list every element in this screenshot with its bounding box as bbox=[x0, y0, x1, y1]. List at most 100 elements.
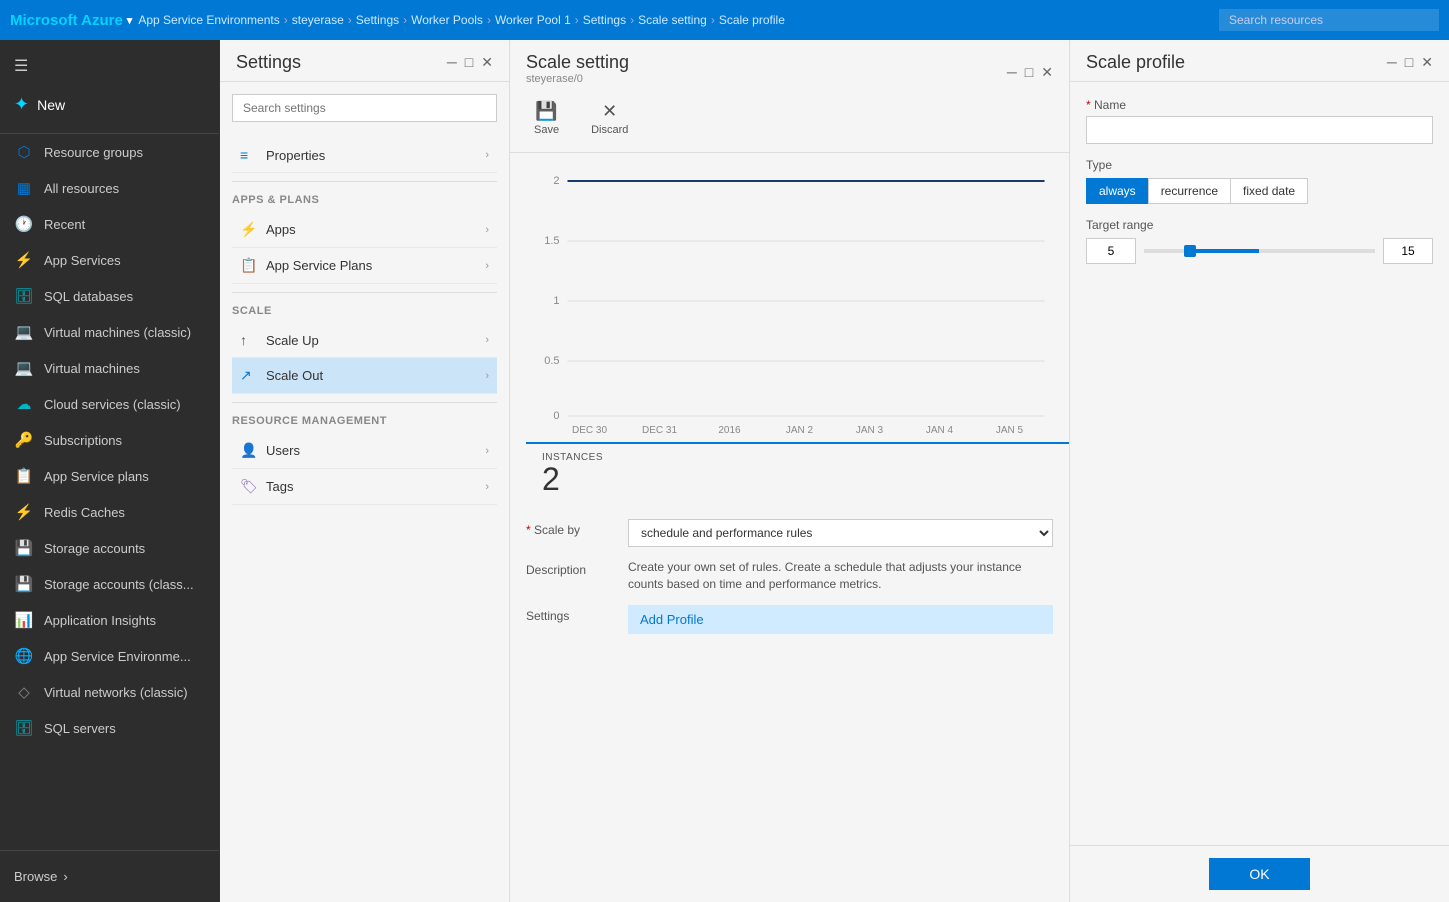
sidebar-item-recent[interactable]: 🕐 Recent bbox=[0, 206, 219, 242]
scale-by-row: * Scale by schedule and performance rule… bbox=[526, 519, 1053, 547]
cloud-icon: ☁ bbox=[14, 395, 34, 413]
name-field-label: * Name bbox=[1086, 98, 1433, 112]
svg-text:JAN 5: JAN 5 bbox=[996, 425, 1024, 436]
apps-icon: ⚡ bbox=[240, 221, 258, 238]
svg-text:JAN 2: JAN 2 bbox=[786, 425, 814, 436]
maximize-icon[interactable]: □ bbox=[1405, 54, 1413, 71]
type-buttons: always recurrence fixed date bbox=[1086, 178, 1433, 204]
settings-item-scale-out[interactable]: ↗ Scale Out › bbox=[232, 358, 497, 394]
sidebar-item-resource-groups[interactable]: ⬡ Resource groups bbox=[0, 134, 219, 170]
new-button[interactable]: ✦ New bbox=[0, 84, 219, 125]
sidebar-item-storage-accounts[interactable]: 💾 Storage accounts bbox=[0, 530, 219, 566]
azure-logo[interactable]: Microsoft Azure ▾ bbox=[10, 12, 132, 29]
sidebar-item-sql-servers[interactable]: 🗄 SQL servers bbox=[0, 710, 219, 746]
description-row: Description Create your own set of rules… bbox=[526, 559, 1053, 593]
plus-icon: ✦ bbox=[14, 94, 29, 115]
breadcrumb-worker-pools[interactable]: Worker Pools bbox=[411, 13, 483, 27]
breadcrumb-settings-1[interactable]: Settings bbox=[356, 13, 399, 27]
breadcrumb-settings-2[interactable]: Settings bbox=[583, 13, 626, 27]
chevron-right-icon: › bbox=[485, 445, 489, 457]
sidebar-item-virtual-machines[interactable]: 💻 Virtual machines bbox=[0, 350, 219, 386]
range-row bbox=[1086, 238, 1433, 264]
description-text: Create your own set of rules. Create a s… bbox=[628, 559, 1053, 593]
breadcrumb-worker-pool-1[interactable]: Worker Pool 1 bbox=[495, 13, 571, 27]
save-button[interactable]: 💾 Save bbox=[526, 97, 567, 140]
scale-by-select[interactable]: schedule and performance rules a specifi… bbox=[628, 519, 1053, 547]
hamburger-menu[interactable]: ☰ bbox=[0, 48, 219, 84]
breadcrumb-scale-profile[interactable]: Scale profile bbox=[719, 13, 785, 27]
sidebar-item-storage-accounts-classic[interactable]: 💾 Storage accounts (class... bbox=[0, 566, 219, 602]
settings-item-properties[interactable]: ≡ Properties › bbox=[232, 138, 497, 173]
sql-servers-icon: 🗄 bbox=[14, 719, 34, 737]
redis-icon: ⚡ bbox=[14, 503, 34, 521]
browse-button[interactable]: Browse › bbox=[0, 859, 219, 894]
vnet-icon: ◇ bbox=[14, 683, 34, 701]
scale-setting-panel-header: Scale setting steyerase/0 ─ □ ✕ 💾 Save bbox=[510, 40, 1069, 153]
sidebar-item-sql-databases[interactable]: 🗄 SQL databases bbox=[0, 278, 219, 314]
search-resources-input[interactable] bbox=[1219, 9, 1439, 31]
settings-panel-controls: ─ □ ✕ bbox=[447, 54, 493, 71]
type-always-button[interactable]: always bbox=[1086, 178, 1148, 204]
search-settings-input[interactable] bbox=[232, 94, 497, 122]
minimize-icon[interactable]: ─ bbox=[1007, 64, 1017, 81]
svg-text:0: 0 bbox=[553, 410, 559, 422]
range-max-input[interactable] bbox=[1383, 238, 1433, 264]
sidebar-footer: Browse › bbox=[0, 850, 219, 902]
minimize-icon[interactable]: ─ bbox=[1387, 54, 1397, 71]
chevron-right-icon: › bbox=[485, 481, 489, 493]
settings-item-apps[interactable]: ⚡ Apps › bbox=[232, 212, 497, 248]
breadcrumb-steyerase[interactable]: steyerase bbox=[292, 13, 344, 27]
settings-item-users[interactable]: 👤 Users › bbox=[232, 433, 497, 469]
storage-icon: 💾 bbox=[14, 539, 34, 557]
description-label: Description bbox=[526, 559, 616, 577]
settings-item-tags[interactable]: 🏷 Tags › bbox=[232, 469, 497, 505]
sidebar-item-app-services[interactable]: ⚡ App Services bbox=[0, 242, 219, 278]
breadcrumb-app-service-environments[interactable]: App Service Environments bbox=[138, 13, 279, 27]
ok-button[interactable]: OK bbox=[1209, 858, 1309, 890]
sidebar-item-virtual-machines-classic[interactable]: 💻 Virtual machines (classic) bbox=[0, 314, 219, 350]
sidebar-item-application-insights[interactable]: 📊 Application Insights bbox=[0, 602, 219, 638]
type-fixed-date-button[interactable]: fixed date bbox=[1230, 178, 1308, 204]
close-icon[interactable]: ✕ bbox=[481, 54, 493, 71]
app-service-plans-icon: 📋 bbox=[14, 467, 34, 485]
sidebar-item-virtual-networks-classic[interactable]: ◇ Virtual networks (classic) bbox=[0, 674, 219, 710]
profile-name-input[interactable] bbox=[1086, 116, 1433, 144]
breadcrumb-scale-setting[interactable]: Scale setting bbox=[638, 13, 707, 27]
instances-badge: INSTANCES 2 bbox=[526, 442, 1069, 503]
svg-text:2016: 2016 bbox=[718, 425, 741, 436]
maximize-icon[interactable]: □ bbox=[465, 54, 473, 71]
type-recurrence-button[interactable]: recurrence bbox=[1148, 178, 1230, 204]
range-thumb[interactable] bbox=[1184, 245, 1196, 257]
sidebar-item-all-resources[interactable]: ▦ All resources bbox=[0, 170, 219, 206]
scale-setting-toolbar: 💾 Save ✕ Discard bbox=[526, 93, 1053, 144]
discard-button[interactable]: ✕ Discard bbox=[583, 97, 636, 140]
target-range-section: Target range bbox=[1086, 218, 1433, 264]
settings-item-scale-up[interactable]: ↑ Scale Up › bbox=[232, 323, 497, 358]
chevron-right-icon: › bbox=[485, 370, 489, 382]
sidebar-item-redis-caches[interactable]: ⚡ Redis Caches bbox=[0, 494, 219, 530]
maximize-icon[interactable]: □ bbox=[1025, 64, 1033, 81]
scale-setting-panel: Scale setting steyerase/0 ─ □ ✕ 💾 Save bbox=[510, 40, 1070, 902]
sidebar-item-app-service-environments[interactable]: 🌐 App Service Environme... bbox=[0, 638, 219, 674]
settings-panel-body: ≡ Properties › APPS & PLANS ⚡ Apps › bbox=[220, 82, 509, 902]
resource-groups-icon: ⬡ bbox=[14, 143, 34, 161]
close-icon[interactable]: ✕ bbox=[1041, 64, 1053, 81]
settings-item-app-service-plans[interactable]: 📋 App Service Plans › bbox=[232, 248, 497, 284]
sidebar-item-subscriptions[interactable]: 🔑 Subscriptions bbox=[0, 422, 219, 458]
add-profile-button[interactable]: Add Profile bbox=[628, 605, 1053, 634]
range-slider[interactable] bbox=[1144, 241, 1375, 261]
scale-section-label: SCALE bbox=[232, 305, 497, 317]
settings-label: Settings bbox=[526, 605, 616, 623]
sidebar-item-cloud-services[interactable]: ☁ Cloud services (classic) bbox=[0, 386, 219, 422]
sidebar-item-app-service-plans[interactable]: 📋 App Service plans bbox=[0, 458, 219, 494]
scale-setting-title: Scale setting bbox=[526, 52, 629, 73]
close-icon[interactable]: ✕ bbox=[1421, 54, 1433, 71]
minimize-icon[interactable]: ─ bbox=[447, 54, 457, 71]
scale-setting-controls: ─ □ ✕ bbox=[1007, 64, 1053, 81]
chevron-right-icon: › bbox=[485, 334, 489, 346]
range-min-input[interactable] bbox=[1086, 238, 1136, 264]
logo-chevron[interactable]: ▾ bbox=[127, 14, 133, 27]
scale-profile-body: * Name Type always recurrence fixed date… bbox=[1070, 82, 1449, 845]
settings-panel-title: Settings bbox=[236, 52, 301, 73]
svg-text:DEC 31: DEC 31 bbox=[642, 425, 677, 436]
